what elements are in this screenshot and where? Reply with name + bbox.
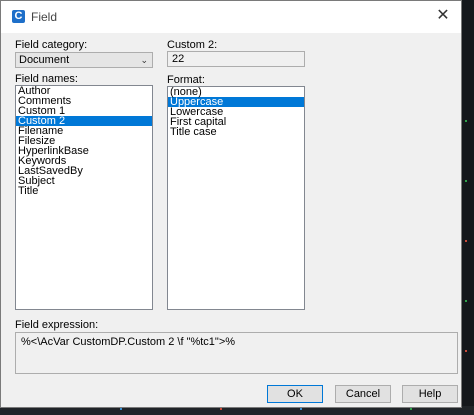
field-expression-label: Field expression: [15, 319, 99, 331]
close-icon[interactable]: ✕ [435, 8, 451, 24]
custom-value-field[interactable]: 22 [167, 51, 305, 67]
field-dialog: C Field ✕ Field category: Document ⌄ Fie… [0, 0, 462, 408]
background-cad-area [462, 0, 474, 415]
field-names-list-item[interactable]: Title [16, 186, 152, 197]
chevron-down-icon: ⌄ [140, 55, 148, 65]
field-names-label: Field names: [15, 73, 78, 85]
field-expression-field[interactable]: %<\AcVar CustomDP.Custom 2 \f "%tc1">% [15, 332, 458, 374]
custom-label: Custom 2: [167, 39, 218, 51]
format-label: Format: [167, 74, 205, 86]
format-list[interactable]: (none) Uppercase Lowercase First capital Tit… [167, 86, 305, 310]
field-category-label: Field category: [15, 39, 88, 51]
title-bar[interactable]: C Field ✕ [1, 1, 461, 33]
app-icon: C [12, 10, 25, 23]
cancel-button[interactable]: Cancel [335, 385, 391, 403]
format-list-item[interactable]: Title case [168, 127, 304, 138]
field-category-select[interactable]: Document ⌄ [15, 52, 153, 68]
field-category-value: Document [19, 54, 70, 66]
field-names-list[interactable]: Author Comments Custom 1 Custom 2 Filename Fi… [15, 85, 153, 310]
help-button[interactable]: Help [402, 385, 458, 403]
window-title: Field [31, 10, 58, 24]
ok-button[interactable]: OK [267, 385, 323, 403]
